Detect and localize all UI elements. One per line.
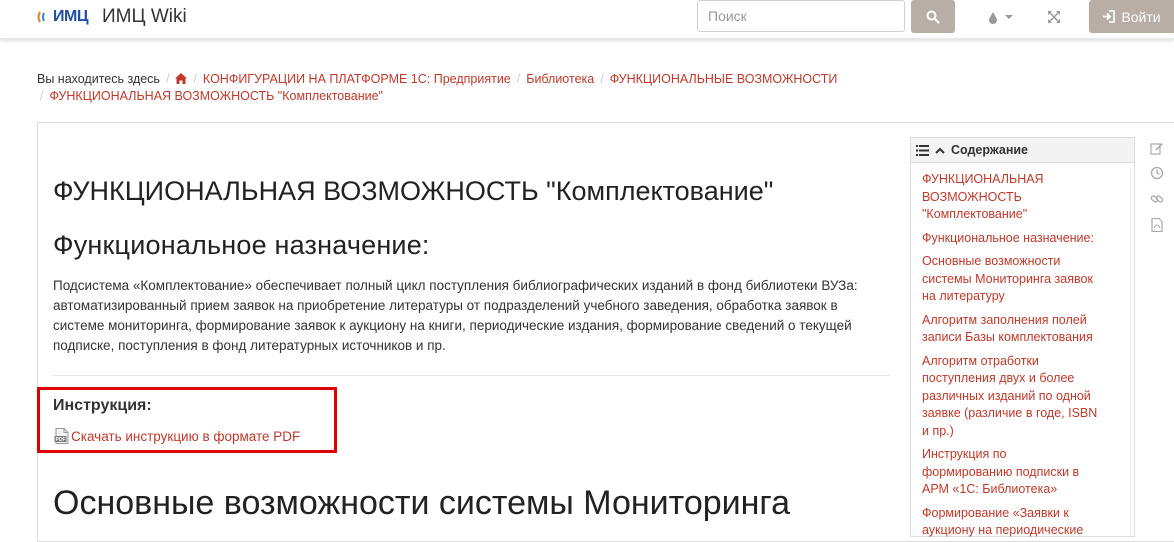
link-icon[interactable] [1150,192,1164,206]
table-of-contents: Содержание ФУНКЦИОНАЛЬНАЯ ВОЗМОЖНОСТЬ "К… [910,137,1135,540]
breadcrumb-separator: / [600,72,604,86]
toc-header[interactable]: Содержание [911,138,1134,163]
breadcrumb-item-library[interactable]: Библиотека [526,72,594,86]
breadcrumb-separator: / [165,72,170,86]
svg-text:PDF: PDF [56,437,66,443]
breadcrumb-separator: / [516,72,521,86]
toc-link[interactable]: Алгоритм отработки поступления двух и бо… [922,354,1097,438]
imc-logo[interactable]: ИМЦ [37,8,89,26]
list-item[interactable]: Алгоритм отработки поступления двух и бо… [922,353,1100,441]
instruction-title: Инструкция: [53,397,152,414]
search-button[interactable] [911,0,955,33]
chevron-up-icon [935,147,945,154]
toc-scrollbar[interactable] [1130,168,1131,538]
login-label: Войти [1121,8,1161,25]
divider [53,375,890,376]
toc-title: Содержание [951,143,1029,157]
search-icon [926,10,940,24]
list-item[interactable]: Формирование «Заявки к аукциону на перио… [922,505,1100,540]
list-icon [916,144,929,156]
sign-in-icon [1103,10,1116,23]
list-item[interactable]: Функциональное назначение: [922,230,1100,248]
theme-dropdown[interactable] [988,8,1014,26]
list-item[interactable]: Алгоритм заполнения полей записи Базы ко… [922,312,1100,347]
section-title-purpose: Функциональное назначение: [53,230,430,260]
logo-swirl-icon [37,11,45,23]
toc-link[interactable]: ФУНКЦИОНАЛЬНАЯ ВОЗМОЖНОСТЬ "Комплектован… [922,172,1044,221]
list-item[interactable]: Инструкция по формированию подписки в АР… [922,446,1100,499]
caret-down-icon [1005,15,1013,19]
toc-link[interactable]: Инструкция по формированию подписки в АР… [922,447,1079,496]
section-title-monitoring: Основные возможности системы Мониторинга [53,484,790,522]
top-navbar: ИМЦ ИМЦ Wiki Войти [0,0,1174,39]
page-title: ФУНКЦИОНАЛЬНАЯ ВОЗМОЖНОСТЬ "Комплектован… [53,176,774,206]
toc-link[interactable]: Функциональное назначение: [922,231,1094,245]
toc-link[interactable]: Основные возможности системы Мониторинга… [922,254,1093,303]
pdf-file-icon: PDF [54,428,69,444]
toc-list: ФУНКЦИОНАЛЬНАЯ ВОЗМОЖНОСТЬ "Комплектован… [911,163,1134,540]
fullscreen-button[interactable] [1047,8,1061,26]
breadcrumb-home-link[interactable] [175,72,188,86]
list-item[interactable]: ФУНКЦИОНАЛЬНАЯ ВОЗМОЖНОСТЬ "Комплектован… [922,171,1100,224]
list-item[interactable]: Основные возможности системы Мониторинга… [922,253,1100,306]
site-title[interactable]: ИМЦ Wiki [102,6,187,28]
breadcrumb-item-current[interactable]: ФУНКЦИОНАЛЬНАЯ ВОЗМОЖНОСТЬ "Комплектован… [49,89,382,103]
brand[interactable]: ИМЦ ИМЦ Wiki [37,6,187,28]
logo-text: ИМЦ [53,8,89,25]
toc-link[interactable]: Алгоритм заполнения полей записи Базы ко… [922,313,1093,345]
toc-link[interactable]: Формирование «Заявки к аукциону на перио… [922,506,1083,538]
breadcrumb-item-configurations[interactable]: КОНФИГУРАЦИИ НА ПЛАТФОРМЕ 1С: Предприяти… [203,72,511,86]
home-icon [175,73,188,84]
history-icon[interactable] [1150,166,1164,180]
login-button[interactable]: Войти [1089,0,1174,33]
edit-icon[interactable] [1150,141,1164,155]
download-pdf-link[interactable]: PDF Скачать инструкцию в формате PDF [54,428,300,444]
breadcrumb-separator: / [40,89,44,103]
breadcrumb-separator: / [193,72,197,86]
breadcrumb-item-features[interactable]: ФУНКЦИОНАЛЬНЫЕ ВОЗМОЖНОСТИ [610,72,838,86]
download-pdf-label: Скачать инструкцию в формате PDF [71,428,301,444]
pdf-export-icon[interactable] [1150,218,1164,232]
drop-icon [989,11,997,24]
search-input[interactable] [697,0,905,32]
breadcrumb: Вы находитесь здесь / / КОНФИГУРАЦИИ НА ПЛА… [37,71,917,105]
purpose-paragraph: Подсистема «Комплектование» обеспечивает… [53,278,858,353]
breadcrumb-prefix: Вы находитесь здесь [37,72,160,86]
fullscreen-icon [1048,11,1060,23]
